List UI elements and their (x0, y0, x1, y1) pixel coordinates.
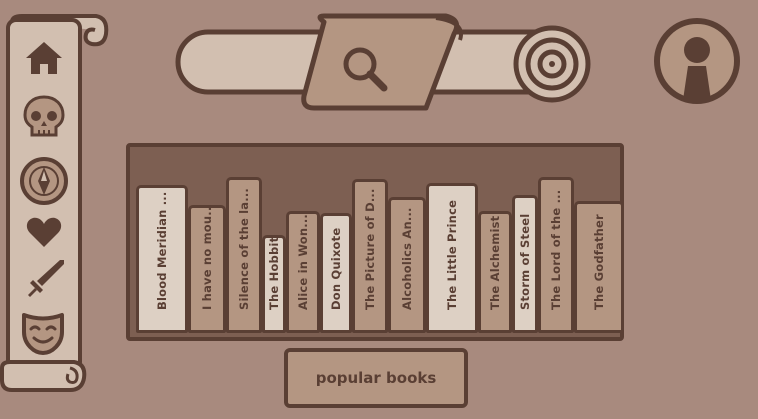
book-title: Silence of the la... (237, 188, 251, 310)
bookshelf: Blood Meridian ... I have no mou... Silenc… (126, 143, 624, 341)
book-title: Storm of Steel (518, 213, 532, 310)
sidebar-item-favorites[interactable] (24, 214, 64, 250)
book-title: The Alchemist (488, 215, 502, 310)
sidebar-item-skull[interactable] (22, 94, 66, 140)
book-spine[interactable]: The Godfather (574, 201, 624, 333)
user-icon (654, 18, 740, 104)
book-title: Alcoholics An... (400, 207, 414, 310)
book-title: I have no mou... (200, 205, 214, 310)
book-title: The Lord of the ... (549, 189, 563, 310)
popular-books-button[interactable]: popular books (284, 348, 468, 408)
heart-icon (26, 217, 62, 247)
book-spine[interactable]: Silence of the la... (226, 177, 262, 333)
book-title: The Little Prince (445, 199, 459, 310)
search-icon (343, 47, 388, 92)
book-spine[interactable]: I have no mou... (188, 205, 226, 333)
sidebar-item-mask[interactable] (20, 310, 66, 356)
book-spine[interactable]: The Little Prince (426, 183, 478, 333)
popular-books-label: popular books (315, 369, 437, 387)
sidebar-item-explore[interactable] (19, 156, 69, 206)
book-spine[interactable]: Alcoholics An... (388, 197, 426, 333)
sword-icon (28, 260, 64, 297)
book-title: The Godfather (592, 214, 606, 310)
book-spine[interactable]: The Picture of D... (352, 179, 388, 333)
sidebar-item-home[interactable] (22, 38, 66, 78)
book-spine[interactable]: Don Quixote (320, 213, 352, 333)
book-title: Alice in Won... (296, 213, 310, 310)
compass-icon (20, 157, 68, 205)
home-icon (26, 42, 62, 74)
book-title: The Hobbit (267, 236, 281, 310)
book-title: The Picture of D... (363, 188, 377, 310)
mask-icon (22, 313, 64, 355)
book-spine[interactable]: The Hobbit (262, 235, 286, 333)
book-spine[interactable]: The Alchemist (478, 211, 512, 333)
book-title: Don Quixote (329, 227, 343, 310)
book-spine[interactable]: Alice in Won... (286, 211, 320, 333)
book-spine[interactable]: Blood Meridian ... (136, 185, 188, 333)
bookshelf-books: Blood Meridian ... I have no mou... Silenc… (134, 151, 624, 333)
book-title: Blood Meridian ... (155, 191, 169, 310)
profile-button[interactable] (650, 14, 744, 108)
sidebar-item-battle[interactable] (24, 256, 66, 300)
book-spine[interactable]: The Lord of the ... (538, 177, 574, 333)
search-button[interactable] (336, 40, 392, 96)
skull-icon (23, 95, 65, 137)
book-spine[interactable]: Storm of Steel (512, 195, 538, 333)
